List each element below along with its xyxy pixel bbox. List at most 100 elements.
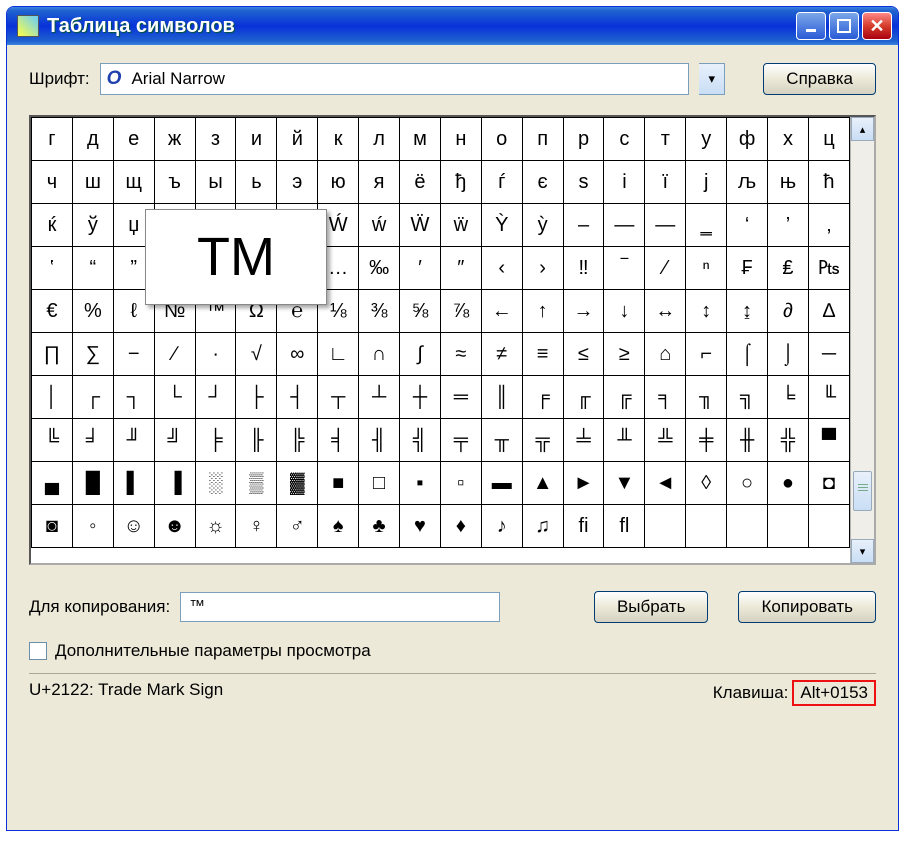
char-cell[interactable]: ⁿ [686, 247, 727, 290]
char-cell[interactable]: ░ [195, 462, 236, 505]
char-cell[interactable]: ∏ [32, 333, 73, 376]
char-cell[interactable]: ◦ [72, 505, 113, 548]
char-cell[interactable]: т [645, 118, 686, 161]
char-cell[interactable]: ═ [440, 376, 481, 419]
char-cell[interactable]: ╩ [645, 419, 686, 462]
char-cell[interactable]: ‘ [727, 204, 768, 247]
char-cell[interactable]: н [440, 118, 481, 161]
char-cell[interactable] [727, 505, 768, 548]
char-cell[interactable]: ≡ [522, 333, 563, 376]
char-cell[interactable]: ц [808, 118, 849, 161]
char-cell[interactable]: ╥ [481, 419, 522, 462]
char-cell[interactable]: ― [645, 204, 686, 247]
char-cell[interactable]: ѕ [563, 161, 604, 204]
char-cell[interactable]: ѓ [481, 161, 522, 204]
char-cell[interactable]: ╓ [563, 376, 604, 419]
char-cell[interactable]: ╤ [440, 419, 481, 462]
char-cell[interactable]: ┐ [113, 376, 154, 419]
char-cell[interactable]: ỳ [522, 204, 563, 247]
char-cell[interactable]: ∞ [277, 333, 318, 376]
char-cell[interactable]: █ [72, 462, 113, 505]
char-cell[interactable]: ⁄ [645, 247, 686, 290]
maximize-button[interactable] [829, 12, 859, 40]
char-cell[interactable]: ╒ [522, 376, 563, 419]
char-cell[interactable]: е [113, 118, 154, 161]
char-cell[interactable]: › [522, 247, 563, 290]
char-cell[interactable] [768, 505, 809, 548]
char-cell[interactable]: → [563, 290, 604, 333]
char-cell[interactable]: ╢ [359, 419, 400, 462]
char-cell[interactable]: √ [236, 333, 277, 376]
char-cell[interactable]: ▐ [154, 462, 195, 505]
char-cell[interactable]: ↓ [604, 290, 645, 333]
char-cell[interactable]: ╣ [400, 419, 441, 462]
char-cell[interactable]: ↑ [522, 290, 563, 333]
char-cell[interactable]: ╘ [768, 376, 809, 419]
char-cell[interactable]: ║ [481, 376, 522, 419]
char-cell[interactable]: ⌂ [645, 333, 686, 376]
char-cell[interactable]: ☼ [195, 505, 236, 548]
font-select[interactable]: O Arial Narrow [100, 63, 690, 95]
char-cell[interactable]: ∫ [400, 333, 441, 376]
char-cell[interactable]: ∑ [72, 333, 113, 376]
char-cell[interactable]: │ [32, 376, 73, 419]
char-cell[interactable]: ╖ [686, 376, 727, 419]
char-cell[interactable]: ← [481, 290, 522, 333]
char-cell[interactable]: ↔ [645, 290, 686, 333]
char-cell[interactable]: њ [768, 161, 809, 204]
char-cell[interactable]: ‗ [686, 204, 727, 247]
char-cell[interactable]: ╪ [686, 419, 727, 462]
char-cell[interactable]: ◊ [686, 462, 727, 505]
char-cell[interactable]: ‛ [32, 247, 73, 290]
char-cell[interactable]: ▌ [113, 462, 154, 505]
char-cell[interactable]: ẅ [440, 204, 481, 247]
char-cell[interactable]: ‰ [359, 247, 400, 290]
char-cell[interactable]: ъ [154, 161, 195, 204]
char-cell[interactable]: ╝ [154, 419, 195, 462]
char-cell[interactable]: ┤ [277, 376, 318, 419]
copy-button[interactable]: Копировать [738, 591, 876, 623]
char-cell[interactable]: ‹ [481, 247, 522, 290]
char-cell[interactable]: э [277, 161, 318, 204]
char-cell[interactable]: ╨ [604, 419, 645, 462]
char-cell[interactable]: ▬ [481, 462, 522, 505]
char-cell[interactable]: ∂ [768, 290, 809, 333]
char-cell[interactable]: д [72, 118, 113, 161]
char-cell[interactable]: ⅜ [359, 290, 400, 333]
char-cell[interactable]: щ [113, 161, 154, 204]
char-cell[interactable]: ● [768, 462, 809, 505]
char-cell[interactable]: ┴ [359, 376, 400, 419]
char-cell[interactable]: ∆ [808, 290, 849, 333]
char-cell[interactable]: ћ [808, 161, 849, 204]
char-cell[interactable]: р [563, 118, 604, 161]
char-cell[interactable]: ﬁ [563, 505, 604, 548]
char-cell[interactable]: ╙ [808, 376, 849, 419]
char-cell[interactable]: ‚ [808, 204, 849, 247]
char-cell[interactable]: ∟ [318, 333, 359, 376]
char-cell[interactable]: ☻ [154, 505, 195, 548]
char-cell[interactable]: і [604, 161, 645, 204]
char-cell[interactable] [808, 505, 849, 548]
char-cell[interactable]: с [604, 118, 645, 161]
char-cell[interactable]: “ [72, 247, 113, 290]
char-cell[interactable]: ┌ [72, 376, 113, 419]
char-cell[interactable]: ▫ [440, 462, 481, 505]
char-cell[interactable]: л [359, 118, 400, 161]
char-cell[interactable]: ∙ [195, 333, 236, 376]
char-cell[interactable]: ▼ [604, 462, 645, 505]
char-cell[interactable]: ≈ [440, 333, 481, 376]
char-cell[interactable]: ▒ [236, 462, 277, 505]
char-cell[interactable]: ‾ [604, 247, 645, 290]
char-cell[interactable]: ₧ [808, 247, 849, 290]
char-cell[interactable]: ≥ [604, 333, 645, 376]
char-cell[interactable]: ї [645, 161, 686, 204]
char-cell[interactable]: ▄ [32, 462, 73, 505]
char-cell[interactable]: ┼ [400, 376, 441, 419]
char-cell[interactable]: ╬ [768, 419, 809, 462]
char-cell[interactable]: ч [32, 161, 73, 204]
char-cell[interactable]: ╟ [236, 419, 277, 462]
char-cell[interactable]: х [768, 118, 809, 161]
char-cell[interactable]: г [32, 118, 73, 161]
char-cell[interactable]: ■ [318, 462, 359, 505]
font-dropdown-button[interactable]: ▾ [699, 63, 725, 95]
